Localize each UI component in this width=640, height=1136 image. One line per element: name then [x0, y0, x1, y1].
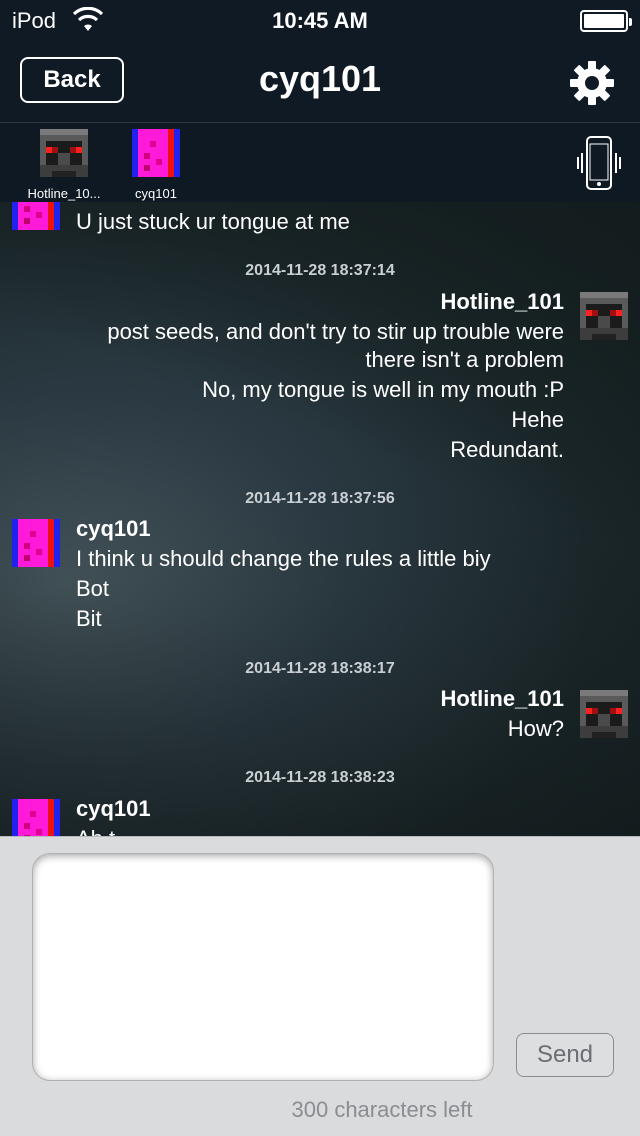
message-line: How?	[507, 716, 564, 741]
message-timestamp: 2014-11-28 18:37:56	[245, 490, 395, 507]
message-timestamp: 2014-11-28 18:37:14	[245, 262, 395, 279]
sender-name: Hotline_101	[440, 289, 565, 314]
message-input[interactable]	[32, 853, 494, 1081]
message-line: No, my tongue is well in my mouth :P	[202, 377, 564, 402]
participant-name: cyq101	[135, 186, 177, 201]
message-line: U just stuck ur tongue at me	[76, 209, 350, 234]
avatar	[132, 129, 180, 177]
sender-name: cyq101	[76, 516, 151, 541]
avatar	[12, 202, 60, 230]
participant-cyq101[interactable]: cyq101	[114, 129, 198, 201]
participant-hotline[interactable]: Hotline_10...	[22, 129, 106, 201]
top-bar: iPod 10:45 AM Back cyq101	[0, 0, 640, 122]
gear-icon[interactable]	[568, 59, 616, 107]
sender-name: cyq101	[76, 796, 151, 821]
phone-vibrate-icon[interactable]	[576, 135, 622, 191]
message-line: post seeds, and don't try to stir up tro…	[107, 319, 564, 344]
message-line: there isn't a problem	[365, 347, 564, 372]
message-line: I think u should change the rules a litt…	[76, 546, 491, 571]
message-line: Ah t	[76, 824, 115, 836]
avatar	[580, 292, 628, 340]
avatar	[12, 799, 60, 836]
avatar	[580, 690, 628, 738]
message-timestamp: 2014-11-28 18:38:17	[245, 660, 395, 677]
status-bar: iPod 10:45 AM	[0, 0, 640, 40]
characters-left-label: 300 characters left	[291, 1097, 473, 1122]
send-button[interactable]: Send	[516, 1033, 614, 1077]
battery-icon	[580, 10, 632, 32]
navigation-bar: Back cyq101	[0, 40, 640, 122]
status-time: 10:45 AM	[272, 8, 368, 33]
message-line: Hehe	[511, 407, 564, 432]
message-line: Bot	[76, 576, 110, 601]
message-line: Bit	[76, 606, 102, 631]
avatar	[40, 129, 88, 177]
page-title: cyq101	[258, 58, 382, 99]
participant-name: Hotline_10...	[27, 186, 101, 201]
message-composer: Send 300 characters left	[0, 836, 640, 1136]
sender-name: Hotline_101	[440, 686, 565, 711]
avatar	[12, 519, 60, 567]
message-line: Redundant.	[450, 437, 564, 462]
participant-strip: Hotline_10... cyq101	[0, 122, 640, 202]
message-timestamp: 2014-11-28 18:38:23	[245, 769, 395, 786]
chat-transcript[interactable]: U just stuck ur tongue at me 2014-11-28 …	[0, 202, 640, 836]
